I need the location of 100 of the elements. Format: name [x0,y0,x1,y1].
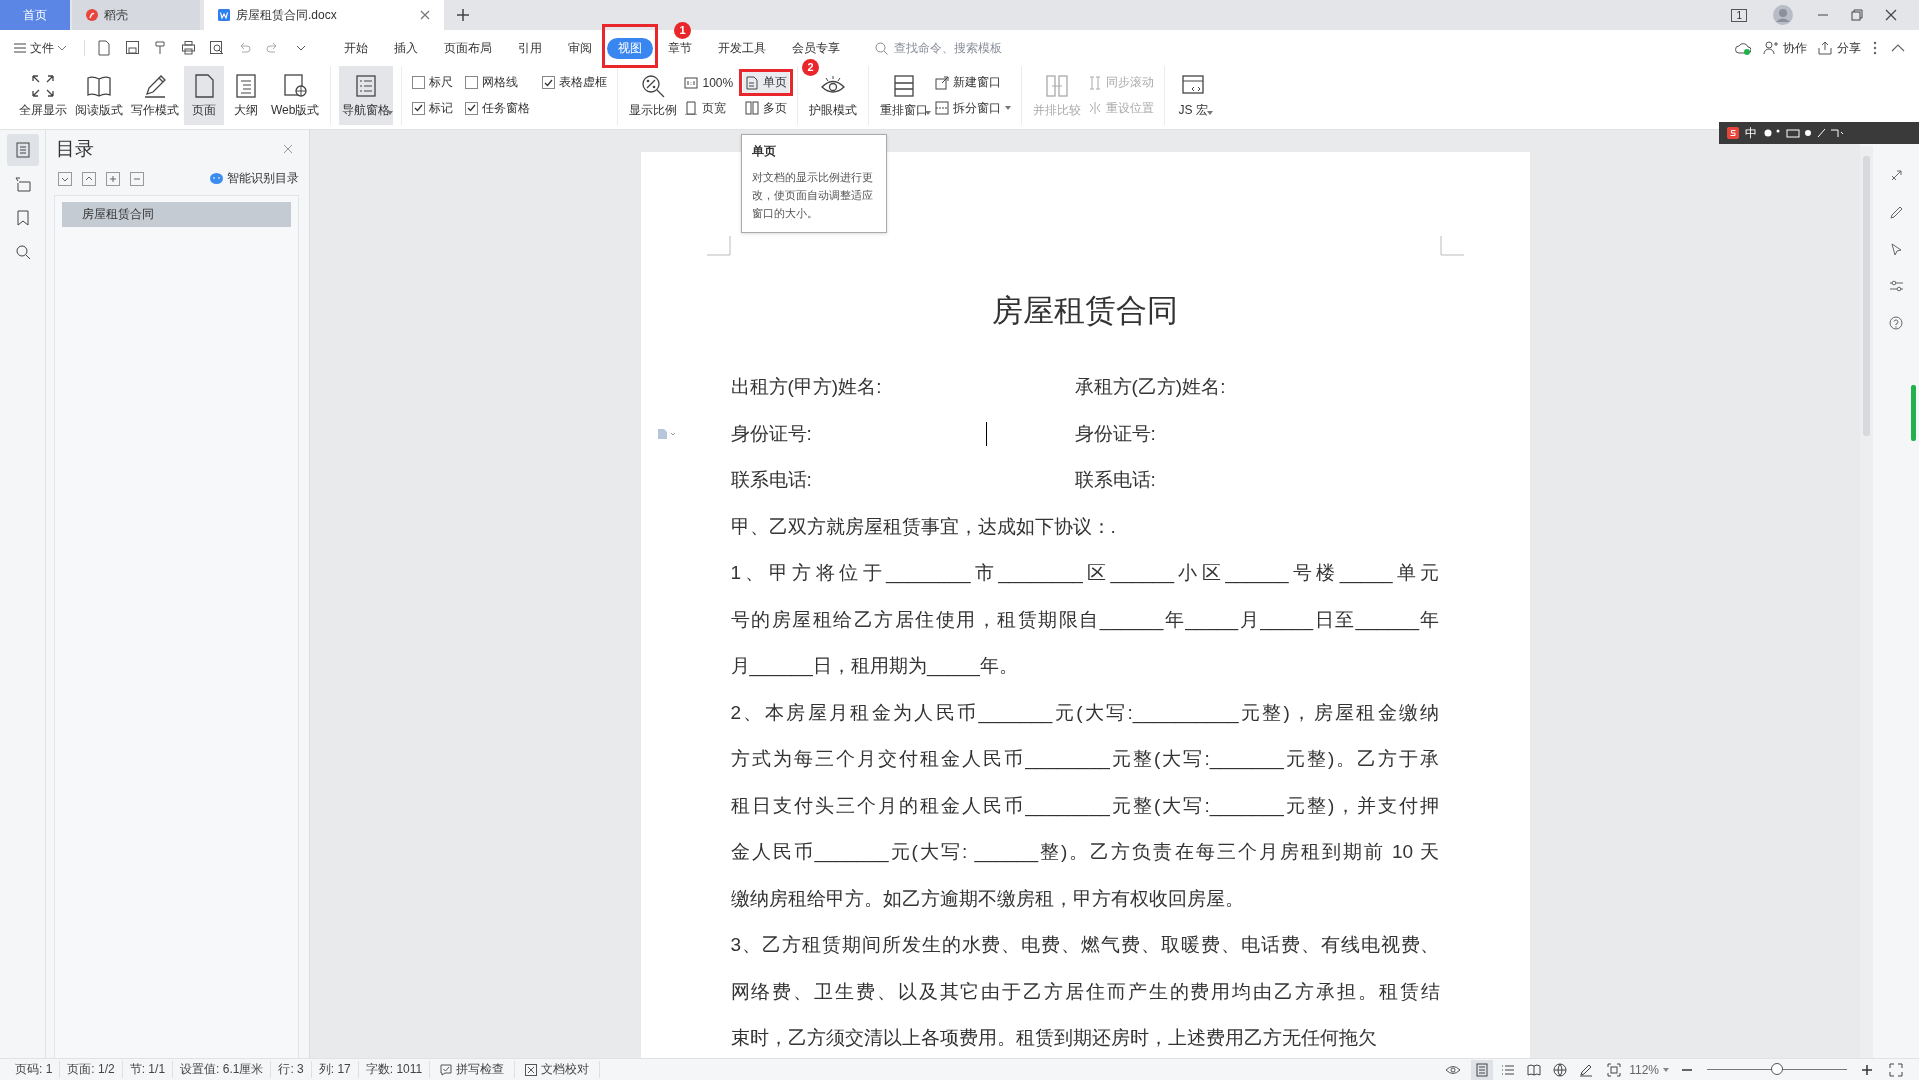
preview-icon[interactable] [209,40,225,56]
ribbon-button[interactable]: Web版式 [268,66,323,125]
window-tab[interactable]: 稻壳 [72,0,200,30]
ribbon-button[interactable]: 100% [682,73,736,92]
menu-tab[interactable]: 开发工具 [707,37,777,59]
action-button[interactable]: 分享 [1817,39,1861,57]
status-text: 设置值: 6.1厘米 [173,1061,272,1078]
proofread-button[interactable]: 文档校对 [515,1061,601,1078]
body-text-line: 月______日，租用期为_____年。 [730,654,1019,679]
menu-tab[interactable]: 页面布局 [433,37,503,59]
help-icon[interactable] [1888,316,1904,331]
ribbon-button[interactable]: 多页 [743,97,790,119]
file-menu[interactable]: 文件 [14,39,66,57]
ribbon-button[interactable]: 单页 [743,72,790,94]
body-text-line: 网络费、卫生费、以及其它由于乙方居住而产生的费用均由乙方承担。租赁结 [730,979,1440,1004]
tooltip-text: 对文档的显示比例进行更改，使页面自动调整适应窗口的大小。 [752,170,875,222]
plus-icon[interactable] [1861,1063,1873,1076]
share-icon [1817,40,1833,56]
ime-tools-icon [1763,128,1843,138]
spell-check-button[interactable]: 拼写检查 [430,1061,516,1078]
outline-list-icon [233,72,259,99]
window-tab[interactable]: 首页 [0,0,70,30]
chevron-up-icon[interactable] [82,171,96,186]
fullscreen-icon[interactable] [1889,1062,1903,1077]
body-text-line: 缴纳房租给甲方。如乙方逾期不缴房租，甲方有权收回房屋。 [730,886,1245,911]
menu-tab[interactable]: 审阅 [557,37,603,59]
field-label: 联系电话: [1074,468,1156,493]
body-text-line: 租日支付头三个月的租金人民币________元整(大写:_______元整)，并支付押 [730,793,1440,819]
menu-tab[interactable]: 会员专享 [781,37,851,59]
ribbon-button[interactable]: 新建窗口 [933,72,1004,94]
ribbon-button[interactable]: 显示比例 [626,66,681,125]
menu-tab[interactable]: 插入 [383,37,429,59]
scrollbar[interactable] [1860,146,1873,1058]
ribbon-button[interactable]: 页面 [184,66,224,125]
outline-item[interactable]: 房屋租赁合同 [62,202,291,227]
sliders-icon[interactable] [1888,279,1904,294]
checkbox[interactable]: 网格线 [463,72,521,94]
margin-corner-mark [706,236,731,256]
restore-icon[interactable] [1851,9,1863,21]
checkbox[interactable]: 表格虚框 [540,72,610,94]
caret-icon [58,45,66,51]
menu-tab[interactable]: 引用 [507,37,553,59]
plus-icon[interactable] [456,8,470,22]
menu-tab[interactable]: 开始 [333,37,379,59]
cursor-arrow-icon[interactable] [1888,242,1904,257]
magnifier-percent-icon [640,72,667,99]
printer-icon[interactable] [181,40,197,56]
avatar-icon[interactable] [1773,5,1793,25]
ribbon-button[interactable]: 导航窗格 [339,66,394,125]
ribbon-button[interactable]: 重排窗口 [877,66,932,125]
ribbon-button[interactable]: 大纲 [226,66,266,125]
slider-thumb[interactable] [1771,1063,1783,1075]
new-page-icon[interactable] [97,40,113,56]
window-tab[interactable]: 房屋租赁合同.docx [204,0,444,30]
side-panel-button[interactable] [6,134,39,166]
ribbon-button[interactable]: 阅读版式 [72,66,126,125]
chevron-down-icon[interactable] [58,171,72,186]
margin-corner-mark [1439,236,1464,256]
status-text: 字数: 1011 [358,1061,431,1078]
field-label: 身份证号: [730,421,812,446]
sync-scroll-icon [1088,75,1103,90]
menu-tab[interactable]: 章节 [657,37,703,59]
folder-tab-icon [13,175,32,193]
smart-toc-button[interactable]: 智能识别目录 [210,170,299,187]
menu-tab[interactable]: 视图 [607,37,653,59]
highlight-frame [739,69,794,97]
field-label: 联系电话: [730,468,812,493]
close-icon[interactable] [420,10,430,20]
window-count-icon[interactable]: 1 [1731,8,1747,22]
eye-icon[interactable] [1445,1063,1462,1076]
save-icon[interactable] [125,40,141,56]
page-view-icon [1475,1062,1490,1077]
search-field[interactable]: 查找命令、搜索模板 [875,40,1042,56]
action-button[interactable]: 协作 [1763,39,1807,57]
two-pages-icon [745,101,760,116]
zoom-dropdown[interactable]: 112% [1629,1062,1669,1077]
more-icon[interactable] [1873,41,1877,55]
ime-toolbar[interactable]: 中 [1719,122,1919,144]
ribbon-button[interactable]: 拆分窗口 [933,97,1014,119]
step-badge: 2 [802,59,820,77]
ribbon-button[interactable]: 全屏显示 [16,66,70,125]
pen-icon [1579,1062,1594,1077]
fit-frame-icon[interactable] [1607,1062,1622,1077]
pen-icon[interactable] [1888,205,1904,220]
position-marker [1910,385,1916,441]
close-icon[interactable] [1885,9,1897,21]
checkbox[interactable]: 任务窗格 [463,97,533,119]
cloud-sync-icon[interactable] [1735,41,1751,55]
collapse-icon[interactable] [1891,44,1905,52]
status-text: 行: 3 [271,1061,312,1078]
checkbox[interactable]: 标尺 [410,72,456,94]
ribbon-button[interactable]: JS 宏 [1173,66,1214,125]
reset-position-icon [1088,101,1103,116]
checkbox[interactable]: 标记 [410,97,456,119]
ribbon-button[interactable]: 页宽 [682,97,729,119]
ribbon-button[interactable]: 写作模式 [128,66,182,125]
minus-icon[interactable] [130,171,144,186]
body-text-line: 金人民币_______元(大写: ______整)。乙方负责在每三个月房租到期前 10 天 [730,840,1440,865]
body-text-line: 2、本房屋月租金为人民币_______元(大写:__________元整)，房屋租金缴纳 [730,700,1440,726]
field-label: 身份证号: [1074,421,1156,446]
